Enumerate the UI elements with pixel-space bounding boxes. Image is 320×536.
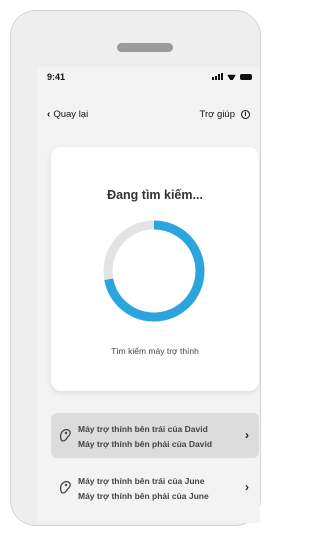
- chevron-right-icon: ›: [245, 480, 249, 494]
- help-label: Trợ giúp: [199, 109, 235, 120]
- chevron-left-icon: ‹: [47, 108, 51, 120]
- status-time: 9:41: [47, 72, 66, 82]
- device-item-david[interactable]: Máy trợ thính bên trái của David Máy trợ…: [51, 413, 259, 458]
- cellular-signal-icon: [212, 73, 223, 80]
- battery-icon: [240, 73, 252, 80]
- search-title: Đang tìm kiếm...: [107, 188, 203, 202]
- device-item-june[interactable]: Máy trợ thính bên trái của June Máy trợ …: [51, 465, 259, 510]
- back-label: Quay lại: [53, 109, 89, 120]
- wifi-icon: [227, 73, 236, 80]
- device-right-label: Máy trợ thính bên phải của David: [78, 439, 213, 449]
- top-nav: ‹ Quay lại Trợ giúp i: [37, 109, 260, 123]
- phone-speaker: [117, 43, 173, 52]
- search-progress-spinner: [103, 220, 205, 322]
- help-button[interactable]: Trợ giúp i: [200, 109, 250, 120]
- app-screen: 9:41 ‹ Quay lại Trợ giúp i Đang tìm kiếm…: [37, 67, 260, 523]
- hearing-aid-icon: [59, 428, 71, 442]
- hearing-aid-icon: [59, 480, 71, 494]
- device-right-label: Máy trợ thính bên phải của June: [78, 491, 209, 501]
- status-icons: [212, 72, 252, 81]
- search-subtitle: Tìm kiếm máy trợ thính: [111, 346, 199, 356]
- phone-frame: 9:41 ‹ Quay lại Trợ giúp i Đang tìm kiếm…: [10, 10, 261, 526]
- device-left-label: Máy trợ thính bên trái của June: [78, 476, 205, 486]
- search-card: Đang tìm kiếm... Tìm kiếm máy trợ thính: [51, 147, 259, 391]
- back-button[interactable]: ‹ Quay lại: [47, 109, 88, 120]
- info-icon: i: [241, 110, 250, 119]
- device-left-label: Máy trợ thính bên trái của David: [78, 424, 208, 434]
- chevron-right-icon: ›: [245, 428, 249, 442]
